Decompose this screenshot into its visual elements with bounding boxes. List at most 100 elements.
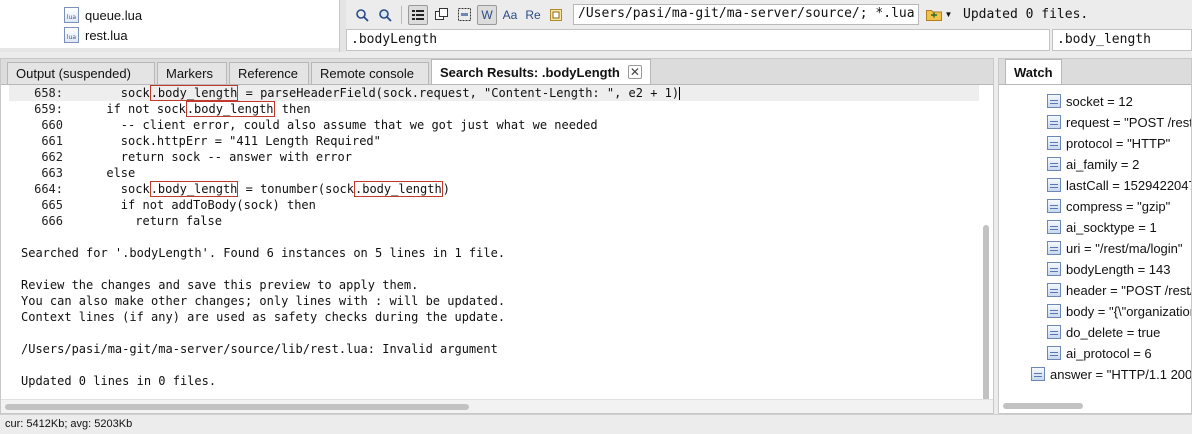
tab-label: Output (suspended) [16,66,131,81]
selection-only-icon[interactable] [454,5,474,25]
code-line[interactable]: 658: sock.body_length = parseHeaderField… [9,85,979,101]
variable-icon [1047,94,1061,108]
code-text: if not addToBody(sock) then [63,198,316,212]
code-line[interactable]: 662 return sock -- answer with error [9,149,979,165]
regex-button[interactable]: Re [523,5,543,25]
variable-icon [1047,346,1061,360]
watch-item[interactable]: compress = "gzip" [1047,196,1170,216]
watch-item[interactable]: body = "{\"organization\" [1047,301,1191,321]
watch-item[interactable]: ai_socktype = 1 [1047,217,1157,237]
code-line[interactable]: 663 else [9,165,979,181]
tab-search-results[interactable]: Search Results: .bodyLength ✕ [431,59,651,84]
tab-label: Watch [1014,64,1053,80]
tab-bar: Output (suspended) Markers Reference Rem… [1,59,993,85]
code-text: ) [442,182,450,196]
file-item-label: queue.lua [85,7,143,23]
summary-line [21,325,505,341]
line-number: 665 [41,198,63,212]
watch-item-text: lastCall = 1529422047 [1066,177,1192,193]
code-line[interactable]: 661 sock.httpErr = "411 Length Required" [9,133,979,149]
file-item-queue-lua[interactable]: lua queue.lua [64,6,142,24]
replace-in-files-icon[interactable] [375,5,395,25]
code-text: -- client error, could also assume that … [63,118,598,132]
file-item-rest-lua[interactable]: lua rest.lua [64,26,128,44]
lua-file-icon: lua [64,27,79,43]
watch-item[interactable]: lastCall = 1529422047 [1047,175,1192,195]
watch-item[interactable]: uri = "/rest/ma/login" [1047,238,1183,258]
match-whole-word-button[interactable]: W [477,4,497,25]
line-number: 658: [34,86,63,100]
code-preview[interactable]: 658: sock.body_length = parseHeaderField… [9,85,979,229]
code-text: then [274,102,311,116]
watch-panel: Watch socket = 12 request = "POST /rest/m… [998,58,1192,414]
summary-line [21,357,505,373]
variable-icon [1047,220,1061,234]
variable-icon [1047,325,1061,339]
text-cursor [679,87,681,100]
output-panel: Output (suspended) Markers Reference Rem… [0,58,994,414]
summary-line [21,261,505,277]
variable-icon [1047,178,1061,192]
watch-item[interactable]: protocol = "HTTP" [1047,133,1170,153]
multi-window-icon[interactable] [431,5,451,25]
match-case-button[interactable]: Aa [500,5,520,25]
code-line[interactable]: 665 if not addToBody(sock) then [9,197,979,213]
code-text: if not sock [63,102,186,116]
vertical-scrollbar[interactable] [983,225,989,401]
summary-line: Updated 0 lines in 0 files. [21,374,217,388]
summary-line: Review the changes and save this preview… [21,278,419,292]
code-text: return sock -- answer with error [63,150,352,164]
watch-item[interactable]: do_delete = true [1047,322,1160,342]
lua-file-icon: lua [64,7,79,23]
search-toolbar: W Aa Re /Users/pasi/ma-git/ma-server/sou… [346,0,1192,29]
code-text: sock [63,86,150,100]
code-line[interactable]: 664: sock.body_length = tonumber(sock.bo… [9,181,979,197]
watch-item[interactable]: socket = 12 [1047,91,1133,111]
variable-icon [1047,136,1061,150]
tab-label: Reference [238,66,298,81]
code-text: = parseHeaderField(sock.request, "Conten… [238,86,680,100]
watch-item-text: compress = "gzip" [1066,198,1171,214]
watch-item-text: socket = 12 [1066,93,1133,109]
tab-label: Search Results: .bodyLength [440,64,620,80]
tab-reference[interactable]: Reference [229,62,309,84]
tab-watch[interactable]: Watch [1005,59,1062,84]
watch-item-text: answer = "HTTP/1.1 200 OK" [1050,366,1192,382]
horizontal-scrollbar[interactable] [5,404,469,410]
tab-label: Markers [166,66,213,81]
watch-item-text: do_delete = true [1066,324,1161,340]
code-text: = tonumber(sock [238,182,354,196]
code-line[interactable]: 659: if not sock.body_length then [9,101,979,117]
code-line[interactable]: 660 -- client error, could also assume t… [9,117,979,133]
watch-item[interactable]: bodyLength = 143 [1047,259,1170,279]
replace-input[interactable]: .body_length [1052,29,1192,51]
variable-icon [1047,241,1061,255]
watch-item[interactable]: header = "POST /rest/ma/login" [1047,280,1191,300]
watch-tab-bar: Watch [999,59,1191,85]
show-context-icon[interactable] [408,4,428,25]
code-text: sock.httpErr = "411 Length Required" [63,134,381,148]
tab-markers[interactable]: Markers [157,62,227,84]
variable-icon [1047,199,1061,213]
watch-item[interactable]: ai_family = 2 [1047,154,1139,174]
find-input[interactable]: .bodyLength [346,29,1050,51]
close-icon[interactable]: ✕ [627,65,642,79]
watch-item[interactable]: ai_protocol = 6 [1047,343,1152,363]
search-path-input[interactable]: /Users/pasi/ma-git/ma-server/source/; *.… [573,4,919,25]
code-line[interactable]: 666 return false [9,213,979,229]
line-number: 664: [34,182,63,196]
document-icon[interactable] [546,5,566,25]
tab-remote-console[interactable]: Remote console [311,62,429,84]
tab-output[interactable]: Output (suspended) [7,62,155,84]
watch-item[interactable]: request = "POST /rest/ma/login HTTP/1.1" [1047,112,1191,132]
watch-scrollbar[interactable] [1003,403,1083,409]
file-item-label: rest.lua [85,27,128,43]
summary-line: Context lines (if any) are used as safet… [21,310,506,324]
watch-item[interactable]: answer = "HTTP/1.1 200 OK" [1031,364,1192,384]
folder-dropdown-button[interactable]: ▼ [922,4,956,25]
line-number: 663 [41,166,63,180]
find-in-files-icon[interactable] [352,5,372,25]
file-tree-scrollbar[interactable] [0,48,339,52]
line-number: 666 [41,214,63,228]
code-text: else [63,166,136,180]
